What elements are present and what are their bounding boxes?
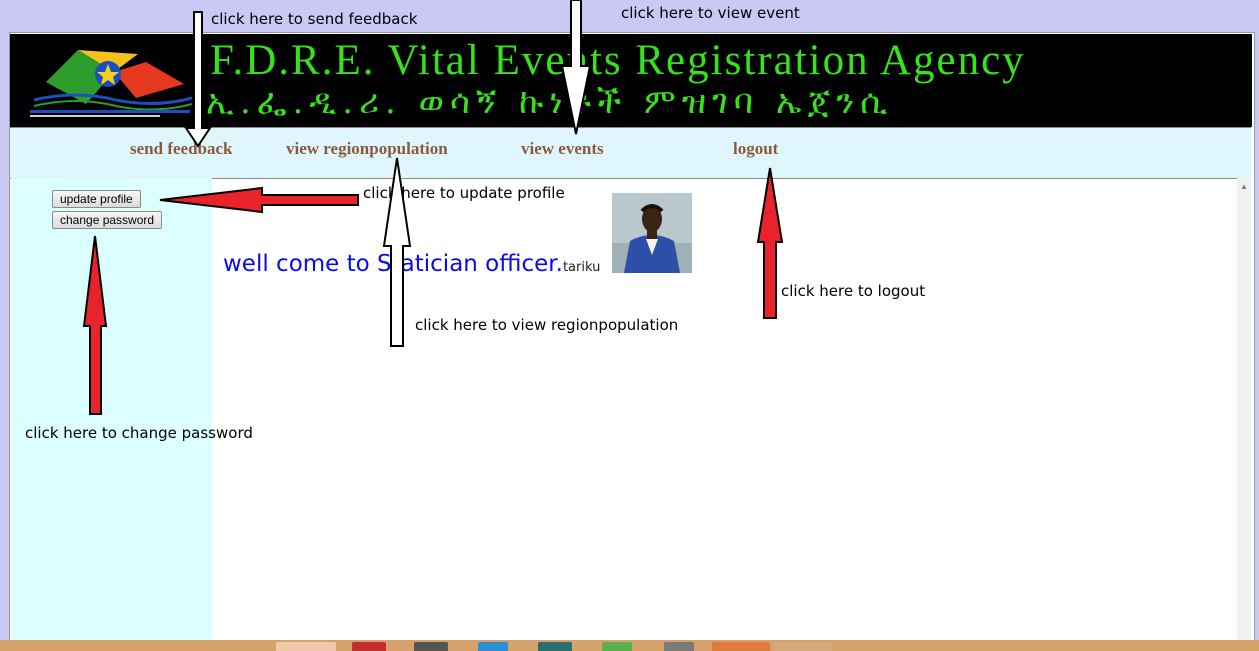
arrow-change-password-icon [82,235,108,415]
taskbar-item[interactable] [538,642,572,651]
arrow-logout-icon [756,167,784,319]
taskbar-item[interactable] [774,642,832,651]
arrow-regionpopulation-icon [382,157,412,347]
taskbar-item[interactable] [478,642,508,651]
arrow-view-events-icon [560,0,592,135]
arrow-update-profile-icon [159,186,359,214]
taskbar [0,640,1259,651]
taskbar-item[interactable] [414,642,448,651]
taskbar-item[interactable] [276,642,336,651]
taskbar-item[interactable] [712,642,770,651]
taskbar-item[interactable] [602,642,632,651]
arrow-send-feedback-icon [184,11,212,148]
taskbar-item[interactable] [664,642,694,651]
annotation-arrows [82,0,784,415]
taskbar-item[interactable] [352,642,386,651]
